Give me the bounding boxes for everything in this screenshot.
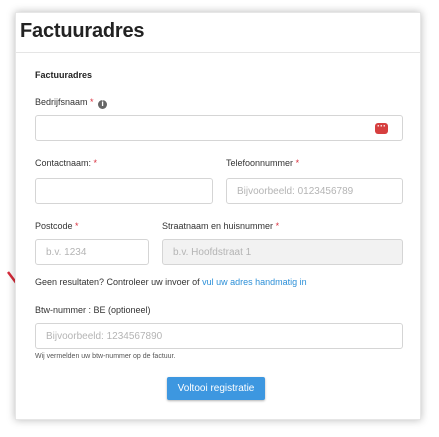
submit-registration-button[interactable]: Voltooi registratie — [167, 377, 265, 400]
card-header: Factuuradres — [16, 13, 420, 53]
no-results-text: Geen resultaten? Controleer uw invoer of… — [35, 277, 307, 287]
required-marker: * — [75, 221, 79, 231]
info-icon[interactable]: i — [98, 100, 108, 109]
company-name-input[interactable]: ··· — [35, 115, 403, 141]
required-marker: * — [275, 221, 280, 231]
street-label: Straatnaam en huisnummer * — [162, 221, 280, 231]
required-marker: * — [295, 158, 300, 168]
contact-name-input[interactable] — [35, 178, 213, 204]
company-label: Bedrijfsnaam * i — [35, 97, 108, 109]
vat-hint: Wij vermelden uw btw-nummer op de factuu… — [35, 353, 176, 360]
phone-label: Telefoonnummer * — [226, 158, 300, 168]
required-marker: * — [90, 97, 94, 107]
billing-address-card: Factuuradres Factuuradres Bedrijfsnaam *… — [15, 12, 421, 420]
page-title: Factuuradres — [20, 20, 145, 42]
vat-label: Btw-nummer : BE (optioneel) — [35, 305, 151, 315]
vat-input[interactable]: Bijvoorbeeld: 1234567890 — [35, 323, 403, 349]
section-title: Factuuradres — [35, 70, 93, 80]
postcode-label: Postcode * — [35, 221, 79, 231]
autofill-dots-icon[interactable]: ··· — [375, 122, 388, 134]
postcode-input[interactable]: b.v. 1234 — [35, 239, 149, 265]
required-marker: * — [93, 158, 98, 168]
phone-input[interactable]: Bijvoorbeeld: 0123456789 — [226, 178, 403, 204]
street-input: b.v. Hoofdstraat 1 — [162, 239, 403, 265]
contact-label: Contactnaam: * — [35, 158, 98, 168]
manual-address-link[interactable]: vul uw adres handmatig in — [202, 277, 307, 287]
